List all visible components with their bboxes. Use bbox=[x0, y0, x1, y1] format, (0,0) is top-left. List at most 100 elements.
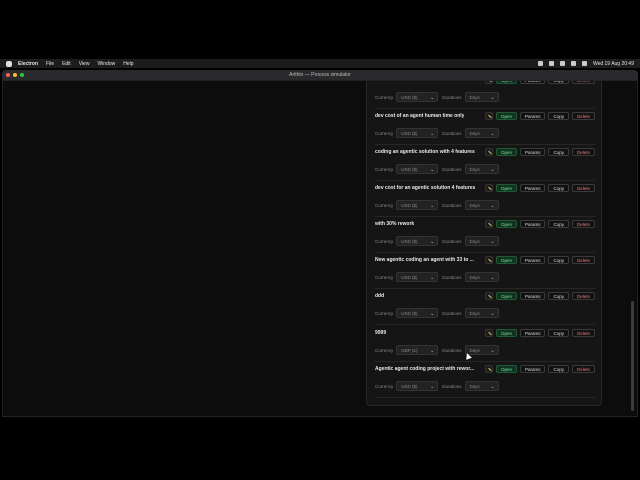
chevron-down-icon: ⌄ bbox=[430, 384, 435, 390]
currency-label: Currency bbox=[375, 130, 394, 136]
currency-select[interactable]: USD ($) ⌄ bbox=[396, 200, 439, 210]
durations-select[interactable]: Days ⌄ bbox=[464, 200, 499, 210]
durations-select[interactable]: Days ⌄ bbox=[464, 308, 499, 318]
open-button[interactable]: Open bbox=[495, 292, 517, 300]
params-button[interactable]: Params bbox=[519, 365, 546, 373]
edit-pencil-icon[interactable] bbox=[484, 256, 493, 264]
scenario-list: ...OpenParamsCopyDeleteCurrencyUSD ($)⌄D… bbox=[366, 81, 602, 406]
edit-pencil-icon[interactable] bbox=[484, 329, 493, 337]
currency-value: GBP (£) bbox=[401, 347, 418, 353]
menu-app[interactable]: Electron bbox=[18, 61, 38, 67]
delete-button[interactable]: Delete bbox=[571, 256, 595, 264]
open-button[interactable]: Open bbox=[495, 81, 517, 84]
edit-pencil-icon[interactable] bbox=[484, 220, 493, 228]
delete-button[interactable]: Delete bbox=[571, 292, 595, 300]
delete-button[interactable]: Delete bbox=[571, 329, 595, 337]
menu-edit[interactable]: Edit bbox=[62, 61, 71, 67]
scenario-name: ... bbox=[375, 81, 379, 83]
currency-label: Currency bbox=[375, 274, 394, 280]
status-icon[interactable] bbox=[548, 61, 554, 66]
menu-help[interactable]: Help bbox=[123, 61, 133, 67]
edit-pencil-icon[interactable] bbox=[484, 112, 493, 120]
currency-label: Currency bbox=[375, 166, 394, 172]
menu-view[interactable]: View bbox=[79, 61, 90, 67]
window-titlebar: Arithin — Process simulator bbox=[2, 70, 638, 80]
copy-button[interactable]: Copy bbox=[548, 81, 569, 84]
durations-label: Durations bbox=[442, 238, 462, 244]
currency-select[interactable]: GBP (£) ⌄ bbox=[396, 345, 439, 355]
chevron-down-icon: ⌄ bbox=[430, 239, 435, 245]
clock[interactable]: Wed 19 Aug 20:49 bbox=[593, 61, 634, 67]
durations-select[interactable]: Days ⌄ bbox=[464, 381, 499, 391]
copy-button[interactable]: Copy bbox=[548, 365, 569, 373]
params-button[interactable]: Params bbox=[519, 81, 546, 84]
currency-select[interactable]: USD ($) ⌄ bbox=[396, 236, 439, 246]
edit-pencil-icon[interactable] bbox=[484, 184, 493, 192]
params-button[interactable]: Params bbox=[519, 329, 546, 337]
apple-icon[interactable] bbox=[6, 60, 12, 67]
open-button[interactable]: Open bbox=[495, 184, 517, 192]
chevron-down-icon: ⌄ bbox=[490, 203, 495, 209]
scenario-name: New agentic coding an agent with 33 to .… bbox=[375, 257, 474, 263]
open-button[interactable]: Open bbox=[495, 148, 517, 156]
chevron-down-icon: ⌄ bbox=[430, 167, 435, 173]
params-button[interactable]: Params bbox=[519, 112, 546, 120]
open-button[interactable]: Open bbox=[495, 256, 517, 264]
delete-button[interactable]: Delete bbox=[571, 220, 595, 228]
scenario-row: with 30% rework Open Params Copy Delete Curre… bbox=[375, 217, 595, 253]
status-icon[interactable] bbox=[537, 61, 543, 66]
copy-button[interactable]: Copy bbox=[548, 256, 569, 264]
delete-button[interactable]: Delete bbox=[571, 148, 595, 156]
scrollbar[interactable] bbox=[631, 301, 634, 411]
delete-button[interactable]: Delete bbox=[571, 112, 595, 120]
currency-select[interactable]: USD ($) ⌄ bbox=[396, 308, 439, 318]
open-button[interactable]: Open bbox=[495, 220, 517, 228]
currency-select[interactable]: USD ($) ⌄ bbox=[396, 92, 439, 102]
currency-select[interactable]: USD ($) ⌄ bbox=[396, 128, 439, 138]
status-icon[interactable] bbox=[559, 61, 565, 66]
durations-select[interactable]: Days ⌄ bbox=[464, 236, 499, 246]
wifi-icon[interactable] bbox=[570, 61, 576, 66]
search-icon[interactable] bbox=[581, 61, 587, 66]
open-button[interactable]: Open bbox=[495, 112, 517, 120]
durations-select[interactable]: Days ⌄ bbox=[464, 164, 499, 174]
chevron-down-icon: ⌄ bbox=[490, 275, 495, 281]
currency-select[interactable]: USD ($) ⌄ bbox=[396, 272, 439, 282]
menu-file[interactable]: File bbox=[46, 61, 54, 67]
copy-button[interactable]: Copy bbox=[548, 220, 569, 228]
edit-pencil-icon[interactable] bbox=[484, 365, 493, 373]
durations-label: Durations bbox=[442, 383, 462, 389]
open-button[interactable]: Open bbox=[495, 365, 517, 373]
currency-select[interactable]: USD ($) ⌄ bbox=[396, 164, 439, 174]
params-button[interactable]: Params bbox=[519, 184, 546, 192]
scenario-row: coding an agentic solution with 4 featur… bbox=[375, 145, 595, 181]
edit-pencil-icon[interactable] bbox=[484, 292, 493, 300]
currency-select[interactable]: USD ($) ⌄ bbox=[396, 381, 439, 391]
copy-button[interactable]: Copy bbox=[548, 112, 569, 120]
delete-button[interactable]: Delete bbox=[571, 184, 595, 192]
currency-value: USD ($) bbox=[401, 166, 418, 172]
params-button[interactable]: Params bbox=[519, 148, 546, 156]
currency-label: Currency bbox=[375, 94, 394, 100]
delete-button[interactable]: Delete bbox=[571, 365, 595, 373]
chevron-down-icon: ⌄ bbox=[490, 131, 495, 137]
durations-select[interactable]: Days ⌄ bbox=[464, 92, 499, 102]
copy-button[interactable]: Copy bbox=[548, 184, 569, 192]
menu-window[interactable]: Window bbox=[97, 61, 115, 67]
params-button[interactable]: Params bbox=[519, 256, 546, 264]
delete-button[interactable]: Delete bbox=[571, 81, 595, 84]
copy-button[interactable]: Copy bbox=[548, 329, 569, 337]
scenario-name: coding an agentic solution with 4 featur… bbox=[375, 149, 475, 155]
durations-select[interactable]: Days ⌄ bbox=[464, 272, 499, 282]
copy-button[interactable]: Copy bbox=[548, 148, 569, 156]
params-button[interactable]: Params bbox=[519, 220, 546, 228]
copy-button[interactable]: Copy bbox=[548, 292, 569, 300]
currency-value: USD ($) bbox=[401, 238, 418, 244]
chevron-down-icon: ⌄ bbox=[490, 384, 495, 390]
edit-pencil-icon[interactable] bbox=[484, 148, 493, 156]
edit-pencil-icon[interactable] bbox=[484, 81, 493, 84]
open-button[interactable]: Open bbox=[495, 329, 517, 337]
durations-select[interactable]: Days ⌄ bbox=[464, 128, 499, 138]
params-button[interactable]: Params bbox=[519, 292, 546, 300]
scenario-name: 9999 bbox=[375, 330, 387, 336]
